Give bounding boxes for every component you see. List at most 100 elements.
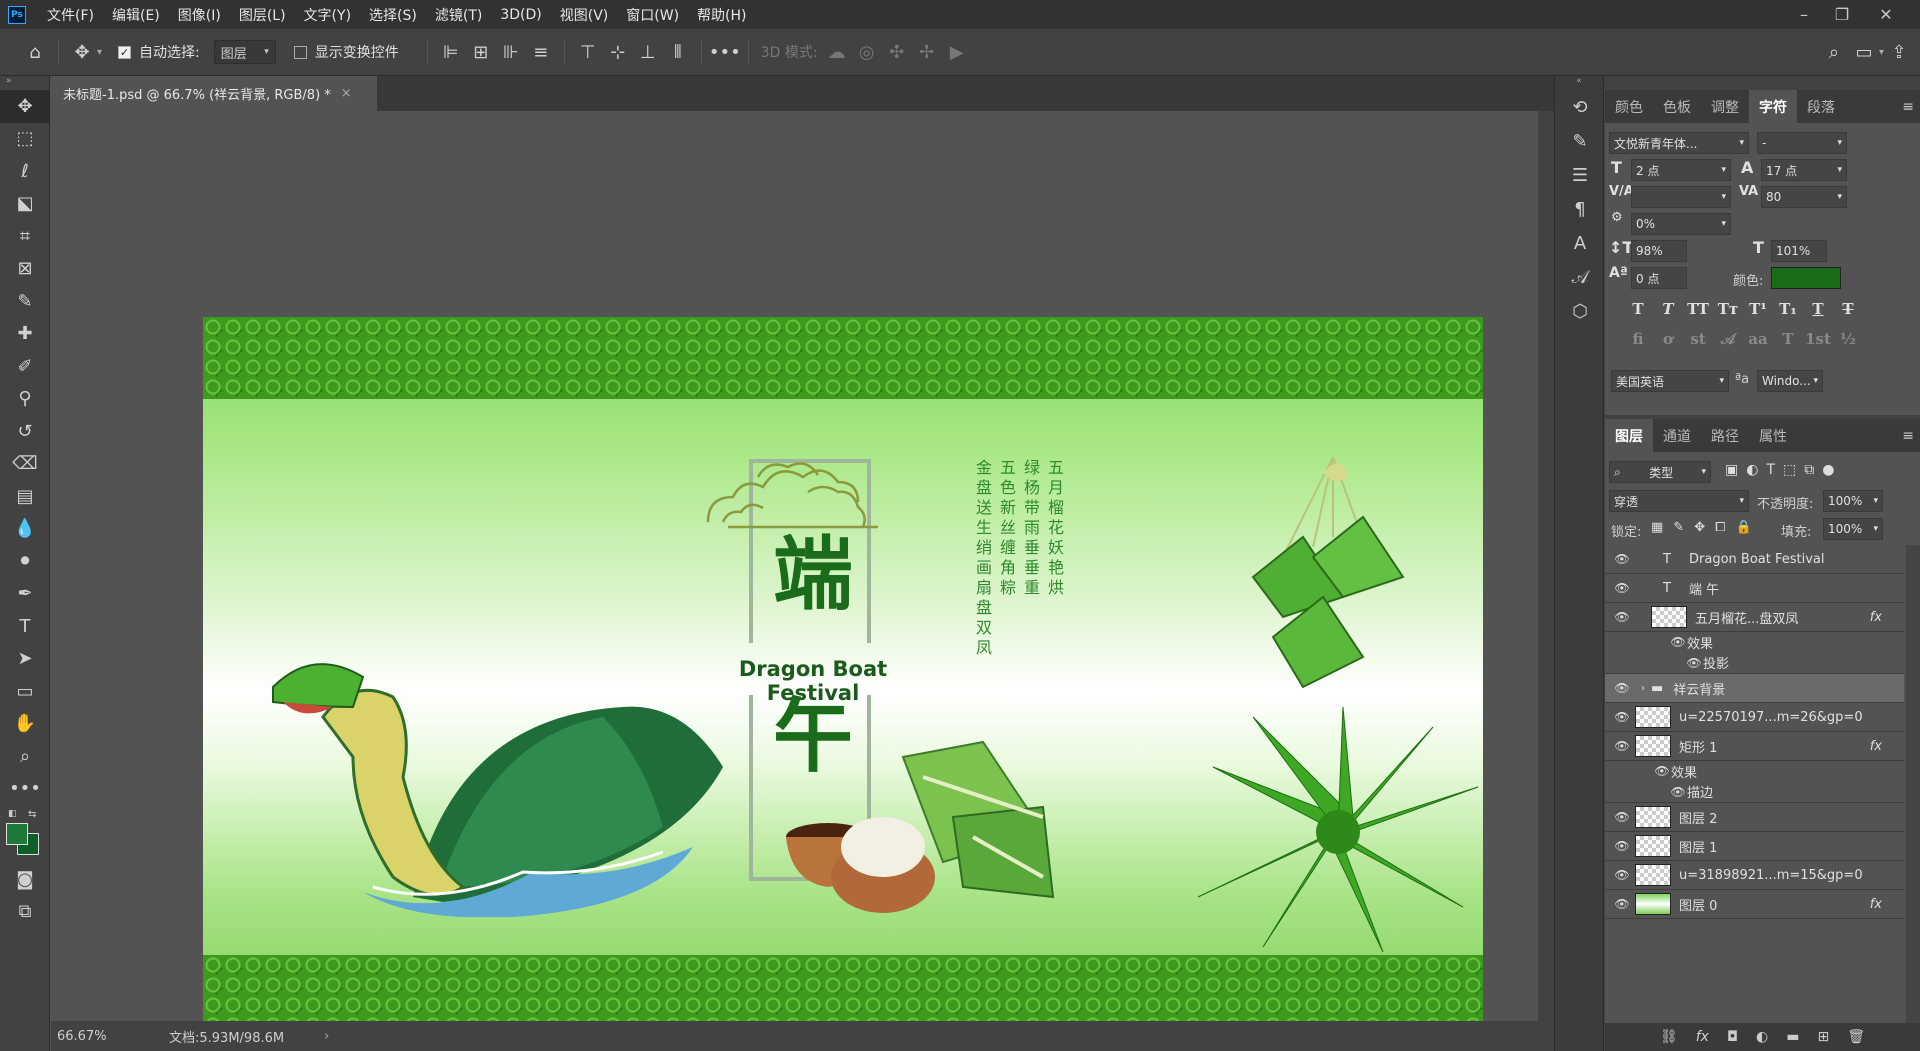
layer-row[interactable]: 👁 u=31898921...m=15&gp=0	[1605, 861, 1904, 890]
restore-icon[interactable]: ❐	[1822, 0, 1862, 29]
move-tool-icon[interactable]: ✥	[0, 90, 50, 123]
font-style-select[interactable]: - ▾	[1757, 132, 1847, 154]
delete-layer-icon[interactable]: 🗑	[1847, 1029, 1865, 1045]
zoom-level[interactable]: 66.67%	[57, 1029, 147, 1044]
collapse-panel-icon[interactable]: »	[0, 76, 49, 90]
layer-effects-icon[interactable]: fx	[1870, 897, 1882, 912]
add-mask-icon[interactable]: ◘	[1727, 1029, 1738, 1045]
menu-3d[interactable]: 3D(D)	[491, 7, 550, 23]
align-bottom-icon[interactable]: ⊥	[633, 37, 663, 67]
layer-row[interactable]: 👁 u=22570197...m=26&gp=0	[1605, 703, 1904, 732]
default-colors-icon[interactable]: ◧	[8, 809, 17, 819]
tab-properties[interactable]: 属性	[1749, 419, 1797, 452]
horizontal-scale-input[interactable]: 101%	[1771, 240, 1827, 262]
subscript-icon[interactable]: T₁	[1773, 300, 1803, 318]
opacity-input[interactable]: 100% ▾	[1823, 490, 1883, 512]
fill-input[interactable]: 100% ▾	[1823, 518, 1883, 540]
visibility-eye-icon[interactable]: 👁	[1613, 810, 1631, 824]
tsume-input[interactable]: 0% ▾	[1631, 213, 1731, 235]
kerning-input[interactable]: ▾	[1631, 186, 1731, 208]
fractions-icon[interactable]: ½	[1833, 330, 1863, 348]
adjustments-icon[interactable]: ☰	[1555, 158, 1605, 192]
leading-input[interactable]: 17 点 ▾	[1761, 159, 1847, 181]
ligatures-icon[interactable]: fi	[1623, 330, 1653, 348]
eyedropper-tool-icon[interactable]: ✎	[0, 285, 50, 318]
visibility-eye-icon[interactable]: 👁	[1613, 552, 1631, 566]
visibility-eye-icon[interactable]: 👁	[1669, 635, 1687, 649]
pen-tool-icon[interactable]: ✒	[0, 578, 50, 611]
layer-row[interactable]: 👁 图层 2	[1605, 803, 1904, 832]
discretionary-ligatures-icon[interactable]: st	[1683, 330, 1713, 348]
filter-adjustment-icon[interactable]: ◐	[1746, 462, 1758, 478]
expand-group-icon[interactable]: ›	[1641, 683, 1645, 694]
eraser-tool-icon[interactable]: ⌫	[0, 448, 50, 481]
layer-row[interactable]: 👁 T Dragon Boat Festival	[1605, 545, 1904, 574]
3d-roll-icon[interactable]: ◎	[852, 37, 882, 67]
brush-tool-icon[interactable]: ✐	[0, 350, 50, 383]
type-tool-icon[interactable]: T	[0, 610, 50, 643]
visibility-eye-icon[interactable]: 👁	[1613, 739, 1631, 753]
layers-scrollbar[interactable]	[1906, 545, 1920, 1023]
align-center-h-icon[interactable]: ⊞	[466, 37, 496, 67]
layer-row[interactable]: 👁 图层 0 fx	[1605, 890, 1904, 919]
3d-pan-icon[interactable]: ✣	[882, 37, 912, 67]
home-icon[interactable]: ⌂	[20, 37, 50, 67]
distribute-v-icon[interactable]: ⫴	[663, 37, 693, 67]
titling-alternates-icon[interactable]: T	[1773, 330, 1803, 348]
visibility-eye-icon[interactable]: 👁	[1613, 897, 1631, 911]
ordinals-icon[interactable]: 1st	[1803, 330, 1833, 348]
menu-window[interactable]: 窗口(W)	[617, 5, 688, 25]
screen-mode-icon[interactable]: ⧉	[0, 896, 50, 929]
3d-slide-icon[interactable]: ✢	[912, 37, 942, 67]
chevron-down-icon[interactable]: ▾	[97, 47, 102, 58]
layer-row[interactable]: 👁 矩形 1 fx	[1605, 732, 1904, 761]
menu-view[interactable]: 视图(V)	[551, 5, 618, 25]
visibility-eye-icon[interactable]: 👁	[1613, 710, 1631, 724]
filter-toggle-icon[interactable]: ●	[1822, 462, 1834, 478]
quick-mask-icon[interactable]: ◙	[0, 863, 50, 896]
foreground-color-swatch[interactable]	[6, 823, 28, 845]
move-tool-preset-icon[interactable]: ✥	[67, 37, 97, 67]
blend-mode-select[interactable]: 穿透 ▾	[1609, 490, 1749, 512]
lock-pixels-icon[interactable]: ✎	[1673, 520, 1684, 535]
small-caps-icon[interactable]: Tт	[1713, 300, 1743, 318]
distribute-h-icon[interactable]: ≡	[526, 37, 556, 67]
layer-effects-icon[interactable]: fx	[1870, 610, 1882, 625]
close-window-icon[interactable]: ✕	[1866, 0, 1906, 29]
layer-row[interactable]: 👁 图层 1	[1605, 832, 1904, 861]
blur-tool-icon[interactable]: 💧	[0, 513, 50, 546]
strikethrough-icon[interactable]: T	[1833, 300, 1863, 318]
new-layer-icon[interactable]: ⊞	[1818, 1029, 1830, 1045]
stylistic-alternates-icon[interactable]: aa	[1743, 330, 1773, 348]
status-menu-arrow-icon[interactable]: ›	[324, 1029, 329, 1044]
path-select-tool-icon[interactable]: ➤	[0, 643, 50, 676]
visibility-eye-icon[interactable]: 👁	[1613, 610, 1631, 624]
faux-italic-icon[interactable]: T	[1653, 300, 1683, 318]
layer-row[interactable]: 👁 五月榴花...盘双凤 fx	[1605, 603, 1904, 632]
tab-color[interactable]: 颜色	[1605, 90, 1653, 123]
contextual-alternates-icon[interactable]: ơ	[1653, 330, 1683, 348]
menu-type[interactable]: 文字(Y)	[295, 5, 360, 25]
visibility-eye-icon[interactable]: 👁	[1685, 656, 1703, 670]
frame-tool-icon[interactable]: ⊠	[0, 253, 50, 286]
align-right-icon[interactable]: ⊪	[496, 37, 526, 67]
3d-scale-icon[interactable]: ▶	[942, 37, 972, 67]
tracking-input[interactable]: 80 ▾	[1761, 186, 1847, 208]
search-icon[interactable]: ⌕	[1819, 37, 1849, 67]
antialias-select[interactable]: Windo... ▾	[1757, 370, 1823, 392]
crop-tool-icon[interactable]: ⌗	[0, 220, 50, 253]
font-family-select[interactable]: 文悦新青年体... ▾	[1609, 132, 1749, 154]
document-tab[interactable]: 未标题-1.psd @ 66.7% (祥云背景, RGB/8) * ×	[51, 76, 377, 111]
filter-pixel-icon[interactable]: ▣	[1725, 462, 1738, 478]
paragraph-panel-icon[interactable]: ¶	[1555, 192, 1605, 226]
tab-channels[interactable]: 通道	[1653, 419, 1701, 452]
collapse-strip-icon[interactable]: «	[1555, 76, 1603, 90]
3d-panel-icon[interactable]: ⬡	[1555, 294, 1605, 328]
lock-position-icon[interactable]: ✥	[1694, 520, 1705, 535]
panel-menu-icon[interactable]: ≡	[1902, 99, 1914, 115]
auto-select-checkbox[interactable]: ✓	[118, 45, 132, 59]
lock-artboard-icon[interactable]: ⧠	[1715, 520, 1725, 535]
text-color-swatch[interactable]	[1771, 267, 1841, 289]
tab-swatches[interactable]: 色板	[1653, 90, 1701, 123]
character-panel-icon[interactable]: A	[1555, 226, 1605, 260]
